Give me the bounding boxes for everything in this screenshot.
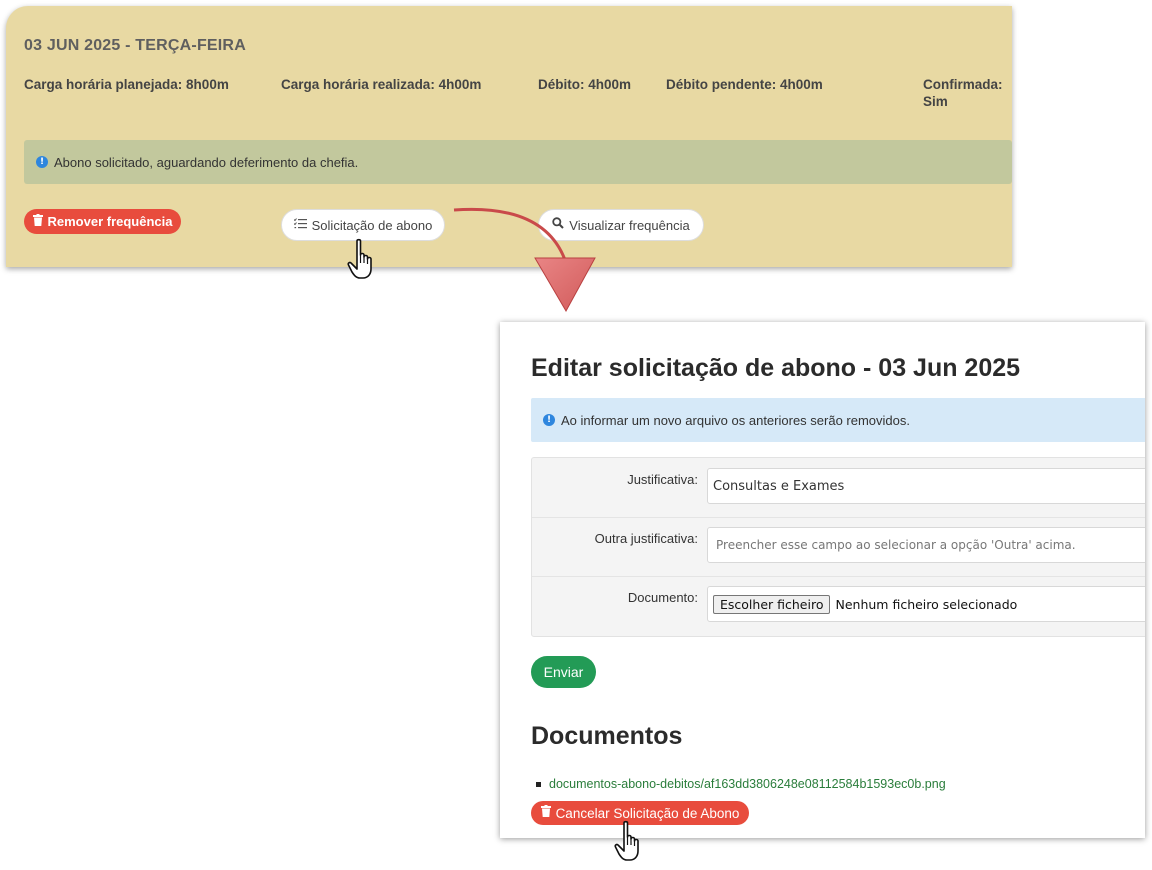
list-item: documentos-abono-debitos/af163dd3806248e…	[531, 777, 946, 791]
remove-frequency-label: Remover frequência	[47, 214, 173, 229]
remove-frequency-button[interactable]: Remover frequência	[24, 209, 181, 234]
info-icon: !	[36, 156, 48, 168]
edit-allowance-panel: Editar solicitação de abono - 03 Jun 202…	[500, 322, 1145, 838]
trash-icon	[540, 805, 551, 821]
document-row: Documento: Escolher ficheiro Nenhum fich…	[532, 576, 1145, 635]
cancel-allowance-label: Cancelar Solicitação de Abono	[555, 805, 740, 821]
document-file-input: Escolher ficheiro Nenhum ficheiro seleci…	[707, 586, 1145, 622]
allowance-form: Justificativa: Consultas e Exames Outra …	[531, 457, 1145, 637]
justification-label: Justificativa:	[627, 472, 698, 487]
realized-hours: Carga horária realizada: 4h00m	[281, 77, 482, 92]
trash-icon	[32, 213, 43, 230]
connector-arrow	[453, 207, 596, 313]
pending-debit: Débito pendente: 4h00m	[666, 77, 823, 92]
pointer-hand-icon	[347, 238, 372, 279]
send-button[interactable]: Enviar	[531, 656, 596, 688]
pointer-hand-icon	[614, 820, 639, 861]
page-title: Editar solicitação de abono - 03 Jun 202…	[531, 354, 1021, 382]
document-label: Documento:	[627, 590, 698, 605]
documents-list: documentos-abono-debitos/af163dd3806248e…	[531, 777, 946, 791]
planned-hours: Carga horária planejada: 8h00m	[24, 77, 229, 92]
note-message: Ao informar um novo arquivo os anteriore…	[561, 412, 910, 428]
debit: Débito: 4h00m	[538, 77, 632, 92]
confirmed-value: Sim	[923, 94, 948, 109]
info-message: Abono solicitado, aguardando deferimento…	[54, 154, 359, 170]
file-status: Nenhum ficheiro selecionado	[835, 596, 1018, 612]
day-title: 03 JUN 2025 - TERÇA-FEIRA	[24, 37, 246, 54]
justification-row: Justificativa: Consultas e Exames	[532, 458, 1145, 518]
document-link[interactable]: documentos-abono-debitos/af163dd3806248e…	[549, 777, 946, 791]
other-justification-row: Outra justificativa: Preencher esse camp…	[532, 517, 1145, 577]
confirmed-status: Confirmada: Sim	[923, 76, 1012, 110]
info-icon: !	[543, 414, 555, 426]
request-allowance-button[interactable]: Solicitação de abono	[281, 209, 445, 241]
confirmed-label: Confirmada:	[923, 77, 1003, 92]
note-banner: ! Ao informar um novo arquivo os anterio…	[531, 398, 1145, 442]
checklist-icon	[293, 217, 307, 233]
choose-file-button[interactable]: Escolher ficheiro	[713, 594, 831, 614]
request-allowance-label: Solicitação de abono	[311, 217, 433, 233]
bullet	[536, 781, 541, 787]
other-justification-input[interactable]: Preencher esse campo ao selecionar a opç…	[707, 527, 1145, 563]
justification-select[interactable]: Consultas e Exames	[707, 468, 1145, 504]
documents-heading: Documentos	[531, 722, 683, 750]
other-justification-label: Outra justificativa:	[594, 531, 698, 546]
info-banner: ! Abono solicitado, aguardando deferimen…	[24, 140, 1012, 184]
